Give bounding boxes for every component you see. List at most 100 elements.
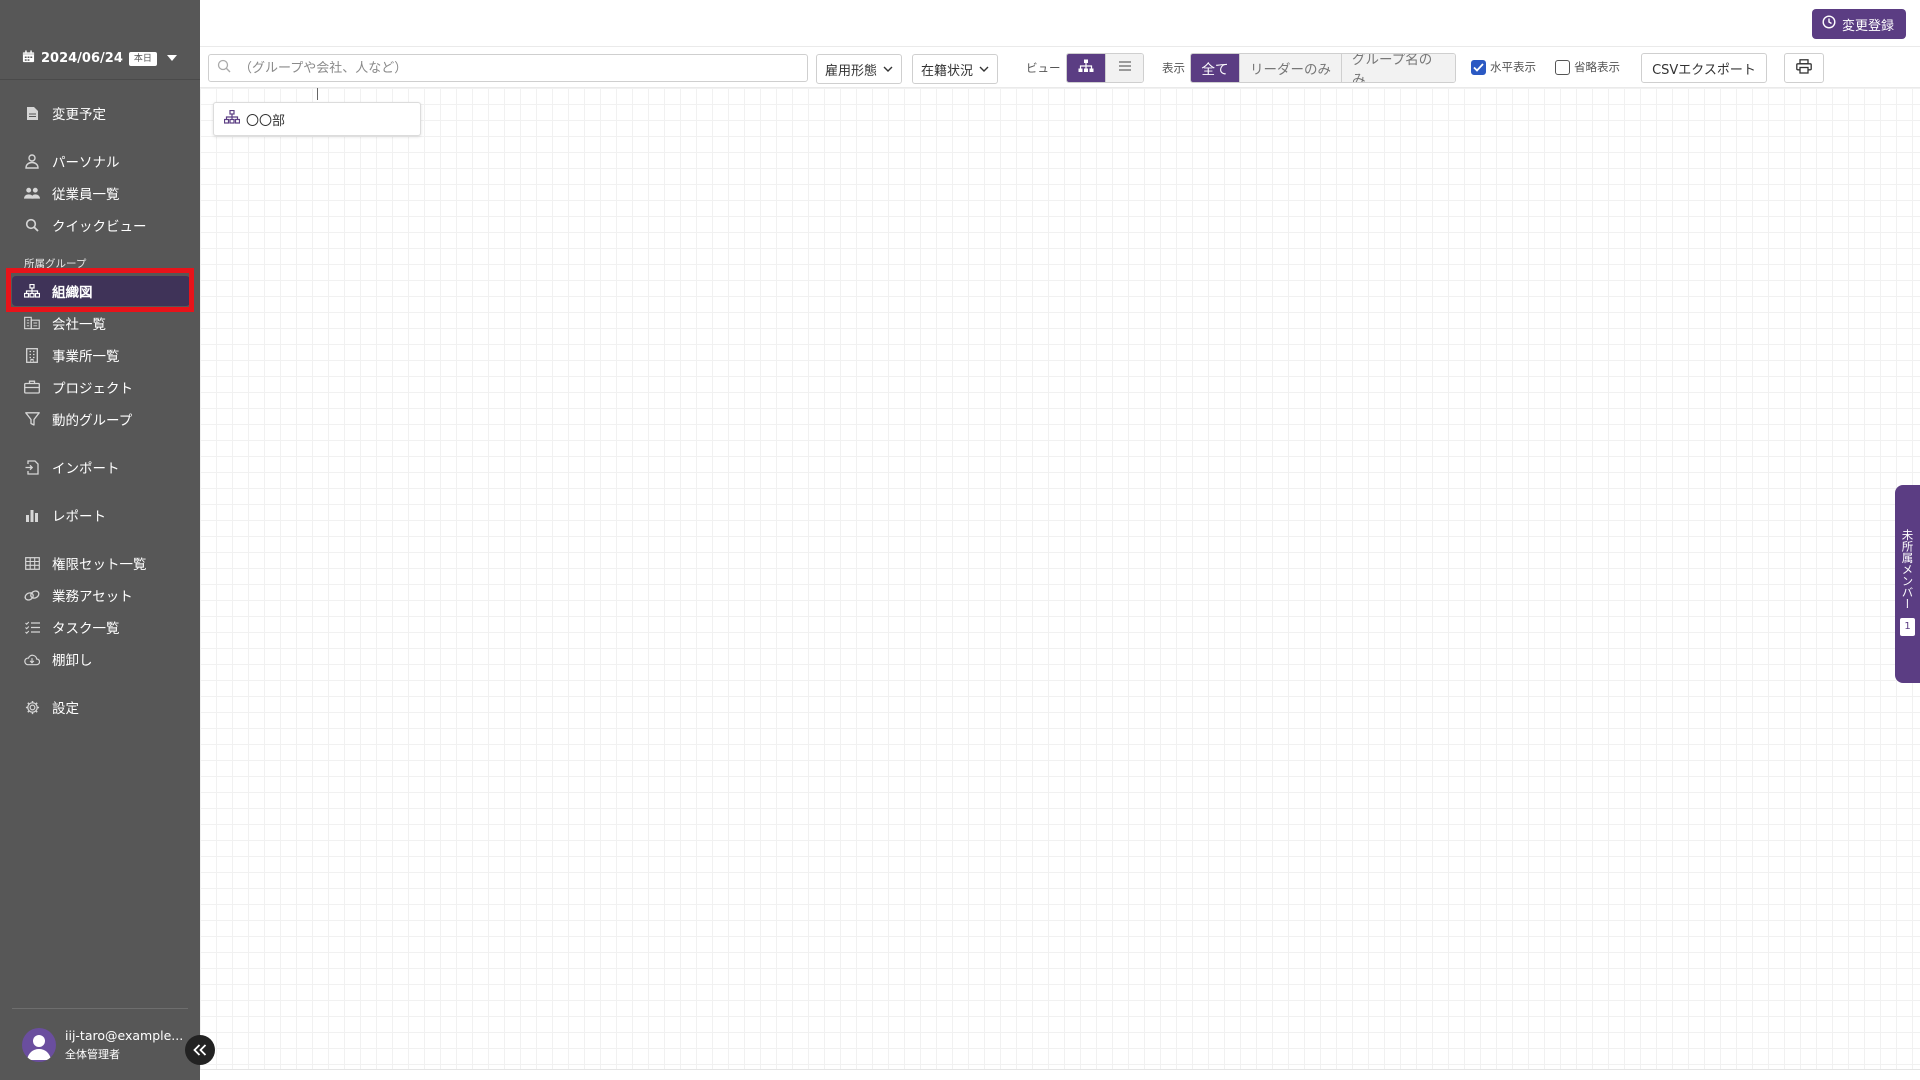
- abbreviated-display-label: 省略表示: [1574, 60, 1620, 74]
- user-email[interactable]: iij-taro@example...: [65, 1028, 183, 1043]
- sidebar-item-label: クイックビュー: [52, 219, 147, 235]
- sidebar-item-change-schedule[interactable]: 変更予定: [12, 98, 190, 128]
- printer-icon: [1796, 58, 1812, 78]
- abbreviated-display-checkbox[interactable]: 省略表示: [1555, 59, 1620, 75]
- checkbox-unchecked[interactable]: [1555, 59, 1570, 75]
- highlight-annotation: [6, 268, 194, 312]
- sidebar-item-business-assets[interactable]: 業務アセット: [12, 580, 190, 610]
- table-icon: [24, 555, 40, 571]
- calendar-icon: [22, 50, 35, 67]
- search-icon: [24, 217, 40, 233]
- sidebar-item-quickview[interactable]: クイックビュー: [12, 210, 190, 240]
- divider: [12, 1008, 188, 1009]
- sidebar-item-personal[interactable]: パーソナル: [12, 146, 190, 176]
- org-node-label: 〇〇部: [246, 113, 286, 129]
- sidebar-item-dynamic-groups[interactable]: 動的グループ: [12, 404, 190, 434]
- sidebar-item-tasks[interactable]: タスク一覧: [12, 612, 190, 642]
- view-org-chart-button[interactable]: [1067, 54, 1105, 82]
- collapse-sidebar-button[interactable]: [185, 1035, 215, 1065]
- users-icon: [24, 185, 40, 201]
- view-list-button[interactable]: [1105, 54, 1143, 82]
- cloud-icon: [24, 651, 40, 667]
- search-input[interactable]: [239, 60, 799, 76]
- user-role: 全体管理者: [65, 1048, 120, 1061]
- divider: [200, 87, 1920, 88]
- checkbox-checked[interactable]: [1471, 59, 1486, 75]
- org-chart-icon: [223, 109, 241, 128]
- sidebar-item-label: 権限セット一覧: [52, 557, 147, 573]
- sidebar-item-projects[interactable]: プロジェクト: [12, 372, 190, 402]
- divider: [200, 46, 1920, 47]
- link-icon: [24, 587, 40, 603]
- sidebar-item-label: パーソナル: [52, 155, 120, 171]
- sidebar-item-label: 事業所一覧: [52, 349, 120, 365]
- sidebar-item-inventory[interactable]: 棚卸し: [12, 644, 190, 674]
- import-icon: [24, 459, 40, 475]
- csv-export-button[interactable]: CSVエクスポート: [1641, 53, 1767, 83]
- change-register-button[interactable]: 変更登録: [1811, 9, 1906, 39]
- sidebar-item-label: 業務アセット: [52, 589, 133, 605]
- office-icon: [24, 347, 40, 363]
- sidebar-item-reports[interactable]: レポート: [12, 500, 190, 530]
- sidebar-item-settings[interactable]: 設定: [12, 692, 190, 722]
- sidebar-item-label: 設定: [52, 701, 79, 717]
- divider: [200, 1069, 1920, 1070]
- user-icon: [24, 153, 40, 169]
- display-all-button[interactable]: 全て: [1191, 54, 1239, 82]
- view-toggle: [1066, 53, 1144, 83]
- horizontal-display-label: 水平表示: [1490, 60, 1536, 74]
- gear-icon: [24, 699, 40, 715]
- employment-status-dropdown[interactable]: 在籍状況: [912, 54, 999, 84]
- current-date: 2024/06/24: [41, 51, 123, 66]
- unassigned-count-badge: 1: [1900, 617, 1915, 636]
- double-chevron-left-icon: [193, 1041, 207, 1060]
- sidebar-item-companies[interactable]: 会社一覧: [12, 308, 190, 338]
- clock-icon: [1822, 15, 1836, 33]
- employment-type-dropdown[interactable]: 雇用形態: [816, 54, 903, 84]
- print-button[interactable]: [1784, 53, 1824, 83]
- display-label: 表示: [1162, 61, 1185, 75]
- date-selector[interactable]: 2024/06/24 本日: [22, 50, 177, 67]
- display-mode-toggle: 全て リーダーのみ グループ名のみ: [1190, 53, 1456, 83]
- view-label: ビュー: [1026, 61, 1061, 75]
- display-group-names-only-button[interactable]: グループ名のみ: [1341, 54, 1455, 82]
- sidebar: 2024/06/24 本日 変更予定 パーソナル 従業員一覧 クイックビュー 所…: [0, 0, 200, 1080]
- sidebar-item-label: 棚卸し: [52, 653, 93, 669]
- org-chart-icon: [1078, 59, 1094, 77]
- org-node[interactable]: 〇〇部: [213, 102, 421, 136]
- search-box[interactable]: [208, 54, 808, 82]
- employment-type-label: 雇用形態: [825, 63, 878, 79]
- sidebar-item-import[interactable]: インポート: [12, 452, 190, 482]
- org-connector-line: [317, 88, 318, 100]
- chevron-down-icon: [883, 62, 893, 77]
- filter-icon: [24, 411, 40, 427]
- unassigned-members-tab[interactable]: 未所属メンバー 1: [1895, 485, 1920, 683]
- today-badge[interactable]: 本日: [128, 51, 157, 66]
- sidebar-item-employees[interactable]: 従業員一覧: [12, 178, 190, 208]
- sidebar-item-label: レポート: [52, 509, 106, 525]
- sidebar-item-label: 会社一覧: [52, 317, 106, 333]
- change-register-label: 変更登録: [1841, 18, 1894, 34]
- briefcase-icon: [24, 379, 40, 395]
- sidebar-item-label: タスク一覧: [52, 621, 120, 637]
- sidebar-item-label: 動的グループ: [52, 413, 133, 429]
- display-leaders-only-button[interactable]: リーダーのみ: [1239, 54, 1341, 82]
- chevron-down-icon: [979, 62, 989, 77]
- caret-down-icon[interactable]: [166, 51, 177, 66]
- org-chart-canvas[interactable]: [200, 88, 1920, 1070]
- search-icon: [217, 59, 231, 77]
- sidebar-item-permission-sets[interactable]: 権限セット一覧: [12, 548, 190, 578]
- unassigned-members-label: 未所属メンバー: [1900, 529, 1915, 610]
- avatar[interactable]: [22, 1028, 56, 1062]
- horizontal-display-checkbox[interactable]: 水平表示: [1471, 59, 1536, 75]
- divider: [0, 79, 200, 80]
- employment-status-label: 在籍状況: [921, 63, 974, 79]
- building-list-icon: [24, 315, 40, 331]
- sidebar-item-label: 変更予定: [52, 107, 106, 123]
- sidebar-item-label: 従業員一覧: [52, 187, 120, 203]
- file-icon: [24, 105, 40, 121]
- sidebar-item-offices[interactable]: 事業所一覧: [12, 340, 190, 370]
- bar-chart-icon: [24, 507, 40, 523]
- main-area: 変更登録 雇用形態 在籍状況 ビュー 表示 全て リーダーのみ グループ名のみ …: [200, 0, 1920, 1080]
- list-icon: [1118, 60, 1132, 76]
